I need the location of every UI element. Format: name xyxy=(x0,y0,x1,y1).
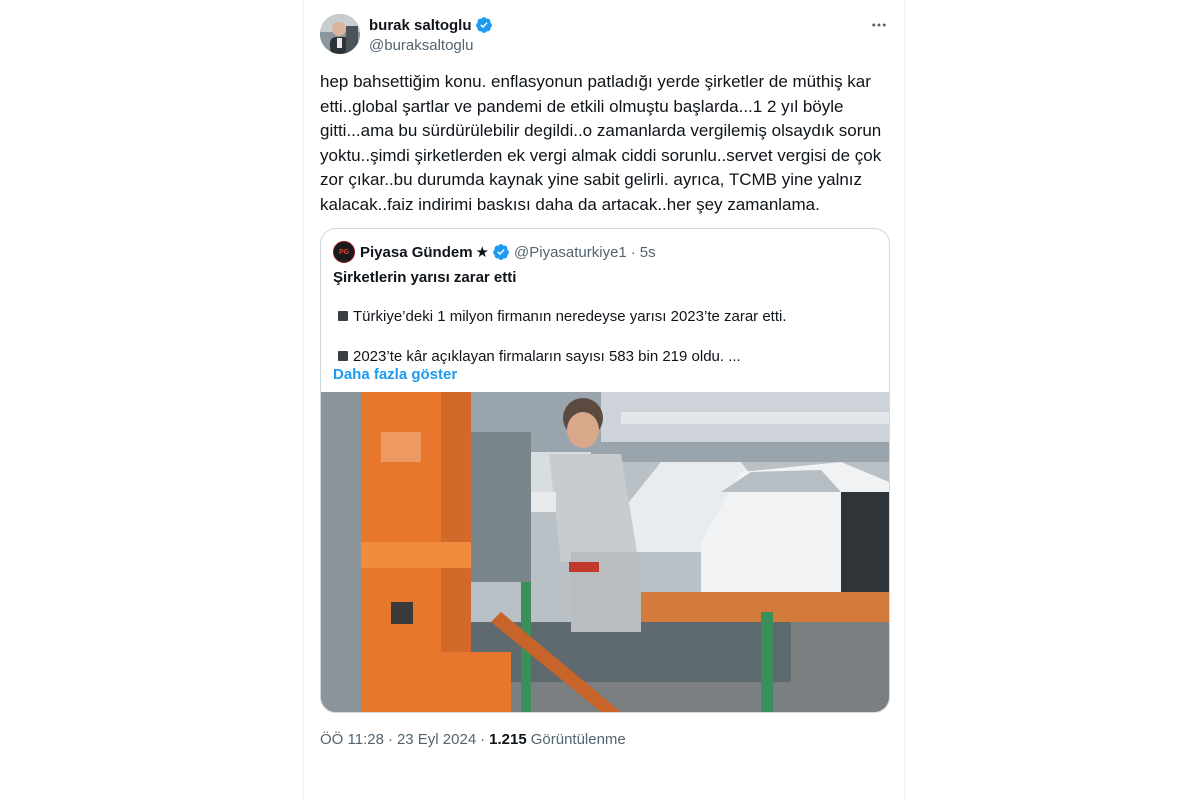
quote-header: PG Piyasa Gündem ★ @Piyasaturkiye1 · 5s xyxy=(333,241,877,263)
views-count: 1.215 xyxy=(489,731,527,748)
quote-time[interactable]: 5s xyxy=(640,244,656,261)
tweet-time[interactable]: ÖÖ 11:28 xyxy=(320,731,384,748)
quote-bullet: Türkiye’deki 1 milyon firmanın neredeyse… xyxy=(338,306,877,326)
tweet-date[interactable]: 23 Eyl 2024 xyxy=(397,731,476,748)
verified-badge-icon xyxy=(475,17,492,33)
quote-avatar[interactable]: PG xyxy=(333,241,355,263)
quote-bullet: 2023’te kâr açıklayan firmaların sayısı … xyxy=(338,346,877,366)
quote-star: ★ xyxy=(475,244,489,261)
verified-badge-icon xyxy=(493,244,509,260)
quote-title: Şirketlerin yarısı zarar etti xyxy=(333,269,517,286)
quote-display-name[interactable]: Piyasa Gündem xyxy=(360,244,473,261)
quote-handle[interactable]: @Piyasaturkiye1 xyxy=(514,244,627,261)
author-names: burak saltoglu @buraksaltoglu xyxy=(369,15,493,54)
tweet-meta: ÖÖ 11:28 · 23 Eyl 2024 · 1.215 Görüntüle… xyxy=(320,731,890,748)
author-handle[interactable]: @buraksaltoglu xyxy=(369,37,493,54)
author-display-name[interactable]: burak saltoglu xyxy=(369,17,472,34)
more-horizontal-icon[interactable] xyxy=(868,14,890,36)
quote-bullet-text: 2023’te kâr açıklayan firmaların sayısı … xyxy=(353,347,741,365)
quote-image[interactable] xyxy=(321,392,889,712)
quoted-tweet[interactable]: PG Piyasa Gündem ★ @Piyasaturkiye1 · 5s … xyxy=(320,228,890,713)
tweet-text: hep bahsettiğim konu. enflasyonun patlad… xyxy=(320,72,886,214)
quote-avatar-text: PG xyxy=(338,248,350,256)
black-square-icon xyxy=(338,351,348,361)
factory-photo-illustration xyxy=(321,392,889,712)
meta-separator: · xyxy=(480,731,486,748)
tweet-header: burak saltoglu @buraksaltoglu xyxy=(320,14,890,56)
show-more-link[interactable]: Daha fazla göster xyxy=(333,366,877,386)
tweet: burak saltoglu @buraksaltoglu hep bahset… xyxy=(320,14,890,748)
quote-bullets: Türkiye’deki 1 milyon firmanın neredeyse… xyxy=(333,306,877,366)
quote-separator: · xyxy=(630,243,636,261)
black-square-icon xyxy=(338,311,348,321)
views-label: Görüntülenme xyxy=(530,731,626,748)
meta-separator: · xyxy=(387,731,393,748)
column-border-left xyxy=(303,0,304,800)
column-border-right xyxy=(904,0,905,800)
author-avatar[interactable] xyxy=(320,14,360,54)
quote-bullet-text: Türkiye’deki 1 milyon firmanın neredeyse… xyxy=(353,307,787,325)
